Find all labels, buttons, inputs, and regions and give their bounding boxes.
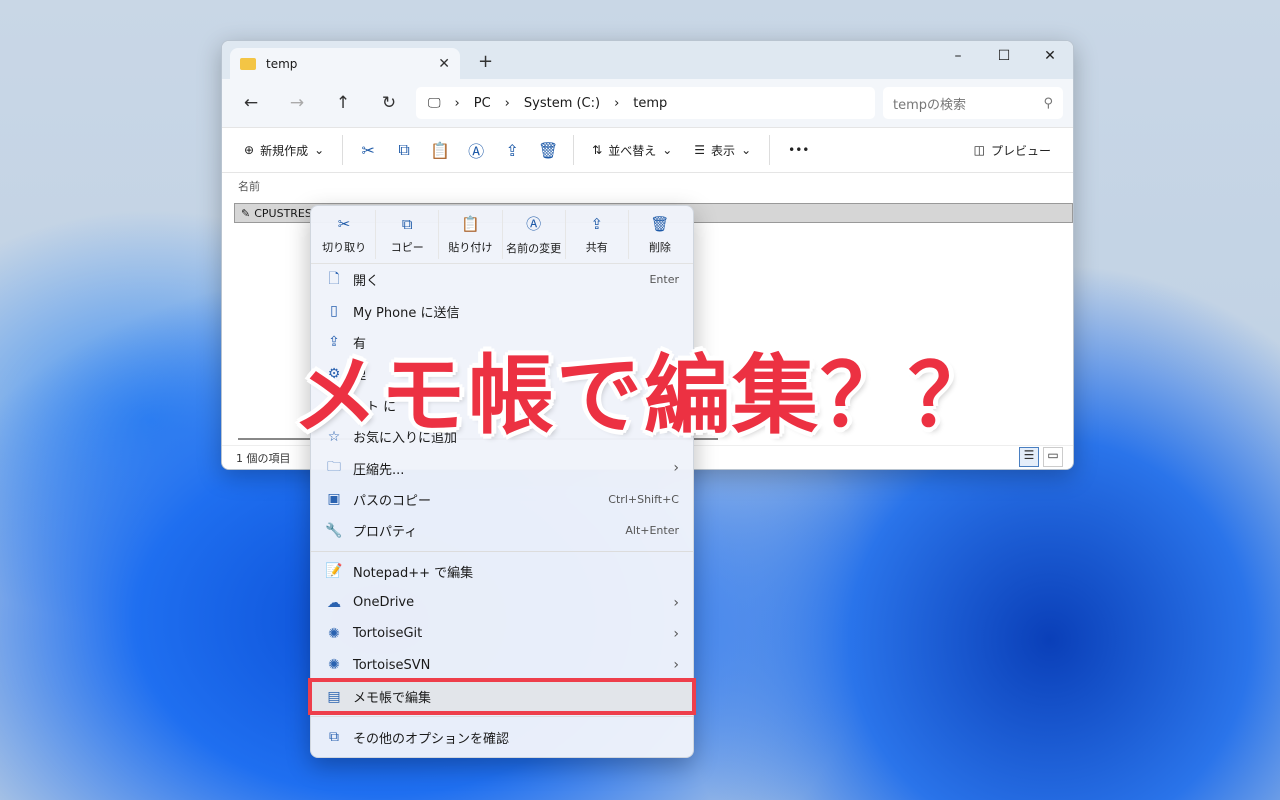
copy-icon: ⧉	[401, 214, 413, 233]
more-options-icon: ⧉	[329, 729, 339, 746]
monitor-icon: 🖵	[428, 95, 441, 111]
shortcut: Alt+Enter	[625, 524, 679, 538]
close-button[interactable]: ✕	[1027, 41, 1073, 71]
list-icon: ☰	[694, 143, 706, 157]
tab-temp[interactable]: temp ✕	[230, 48, 460, 79]
notepadpp-icon: 📝	[325, 563, 343, 580]
paste-icon[interactable]: 📋	[425, 141, 455, 160]
menu-item[interactable]: 🗀 圧縮先... ›	[311, 452, 693, 483]
menu-item[interactable]: ✺ TortoiseGit ›	[311, 618, 693, 649]
breadcrumb[interactable]: 🖵 › PC › System (C:) › temp	[416, 87, 875, 119]
overlay-caption: メモ帳で編集？？	[292, 346, 996, 446]
notepad-icon: ▤	[327, 688, 341, 705]
file-icon: ✎	[241, 206, 251, 220]
details-view-button[interactable]: ☰	[1019, 447, 1039, 467]
menu-item[interactable]: ☁ OneDrive ›	[311, 587, 693, 618]
cut-icon[interactable]: ✂	[353, 141, 383, 160]
up-button[interactable]: ↑	[324, 93, 362, 113]
sort-button[interactable]: ⇅ 並べ替え ⌄	[584, 134, 680, 166]
wrench-icon: 🔧	[325, 522, 343, 539]
forward-button[interactable]: →	[278, 93, 316, 113]
breadcrumb-drive[interactable]: System (C:)	[524, 96, 600, 111]
column-header-name[interactable]: 名前	[238, 178, 260, 194]
new-tab-button[interactable]: +	[478, 51, 493, 72]
view-button[interactable]: ☰ 表示 ⌄	[686, 134, 759, 166]
rename-icon: Ⓐ	[526, 215, 542, 233]
context-menu: ✂ 切り取り ⧉ コピー 📋 貼り付け Ⓐ 名前の変更 ⇪ 共有 🗑 削除 🗋 開く Enter ▯ My P…	[308, 205, 696, 758]
phone-icon: ▯	[330, 303, 338, 320]
menu-item[interactable]: ✺ TortoiseSVN ›	[311, 650, 693, 681]
quick-action-share[interactable]: ⇪ 共有	[566, 210, 629, 259]
search-icon: ⚲	[1043, 95, 1053, 111]
menu-item[interactable]: 🗋 開く Enter	[311, 264, 693, 295]
command-bar: ⊕ 新規作成 ⌄ ✂ ⧉ 📋 Ⓐ ⇪ 🗑 ⇅ 並べ替え ⌄ ☰ 表示 ⌄ ••• ◫ プレビュ…	[222, 127, 1073, 173]
back-button[interactable]: ←	[232, 93, 270, 113]
rename-icon[interactable]: Ⓐ	[461, 138, 491, 162]
share-icon[interactable]: ⇪	[497, 141, 527, 160]
tiles-view-button[interactable]: ▭	[1043, 447, 1063, 467]
search-input[interactable]: tempの検索 ⚲	[883, 87, 1063, 119]
tab-close-icon[interactable]: ✕	[438, 56, 450, 72]
quick-action-rename[interactable]: Ⓐ 名前の変更	[503, 210, 566, 259]
open-icon: 🗋	[328, 270, 340, 287]
path-icon: ▣	[327, 491, 341, 508]
chevron-right-icon: ›	[673, 657, 679, 674]
preview-button[interactable]: ◫ プレビュー	[966, 134, 1059, 166]
item-count: 1 個の項目	[236, 451, 291, 465]
delete-icon: 🗑	[650, 214, 670, 233]
breadcrumb-temp[interactable]: temp	[633, 96, 667, 111]
cut-icon: ✂	[337, 214, 351, 233]
quick-action-copy[interactable]: ⧉ コピー	[376, 210, 440, 259]
refresh-button[interactable]: ↻	[370, 93, 408, 113]
delete-icon[interactable]: 🗑	[533, 141, 563, 160]
tortoise-icon: ✺	[328, 625, 340, 642]
quick-action-cut[interactable]: ✂ 切り取り	[313, 210, 377, 259]
quick-action-paste[interactable]: 📋 貼り付け	[439, 210, 503, 259]
folder-icon	[240, 57, 256, 70]
tab-bar: temp ✕ + – ☐ ✕	[222, 41, 1073, 79]
address-row: ← → ↑ ↻ 🖵 › PC › System (C:) › temp tempの検索…	[222, 79, 1073, 127]
new-button[interactable]: ⊕ 新規作成 ⌄	[236, 134, 332, 166]
chevron-right-icon: ›	[673, 625, 679, 642]
maximize-button[interactable]: ☐	[981, 41, 1027, 71]
menu-item[interactable]: ▤ メモ帳で編集	[308, 678, 696, 716]
sort-icon: ⇅	[592, 143, 603, 157]
menu-item[interactable]: ▯ My Phone に送信	[311, 295, 693, 326]
menu-item[interactable]: ▣ パスのコピー Ctrl+Shift+C	[311, 484, 693, 515]
shortcut: Ctrl+Shift+C	[608, 492, 679, 506]
quick-actions: ✂ 切り取り ⧉ コピー 📋 貼り付け Ⓐ 名前の変更 ⇪ 共有 🗑 削除	[311, 206, 693, 264]
chevron-right-icon: ›	[673, 594, 679, 611]
menu-item[interactable]: 📝 Notepad++ で編集	[311, 556, 693, 587]
breadcrumb-pc[interactable]: PC	[474, 96, 491, 111]
quick-action-delete[interactable]: 🗑 削除	[629, 210, 691, 259]
menu-item[interactable]: 🔧 プロパティ Alt+Enter	[311, 515, 693, 546]
copy-icon[interactable]: ⧉	[389, 140, 419, 160]
tab-title: temp	[266, 56, 298, 71]
tortoise-icon: ✺	[328, 657, 340, 674]
plus-circle-icon: ⊕	[244, 143, 255, 157]
more-button[interactable]: •••	[780, 134, 817, 166]
share-icon: ⇪	[590, 214, 604, 233]
minimize-button[interactable]: –	[935, 41, 981, 71]
menu-item-more-options[interactable]: ⧉ その他のオプションを確認	[311, 721, 693, 752]
zip-icon: 🗀	[327, 459, 341, 476]
chevron-right-icon: ›	[673, 460, 679, 477]
search-placeholder: tempの検索	[893, 97, 967, 113]
paste-icon: 📋	[461, 214, 480, 233]
cloud-icon: ☁	[327, 594, 341, 611]
preview-pane-icon: ◫	[973, 143, 985, 157]
shortcut: Enter	[649, 273, 679, 287]
